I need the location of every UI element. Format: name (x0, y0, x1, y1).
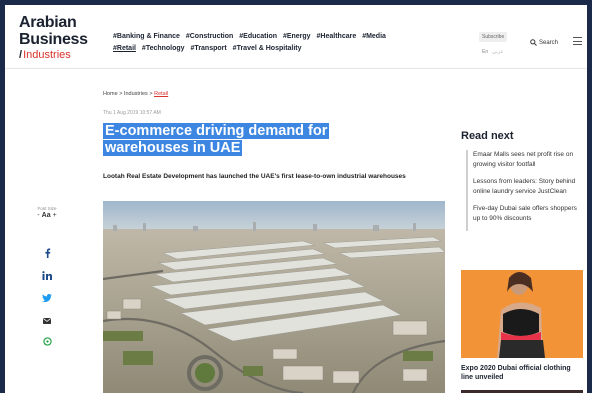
tag-banking-finance[interactable]: #Banking & Finance (113, 33, 180, 40)
tag-retail[interactable]: #Retail (113, 45, 136, 52)
logo-line-1: Arabian (19, 14, 77, 31)
lang-ar[interactable]: عربي (492, 49, 503, 55)
read-next-item[interactable]: Five-day Dubai sale offers shoppers up t… (468, 204, 584, 223)
article-date: Thu 1 Aug 2019 10:57 AM (103, 110, 161, 116)
read-next-heading: Read next (461, 130, 514, 142)
site-logo[interactable]: Arabian Business /Industries (19, 15, 88, 61)
lang-en[interactable]: En (482, 49, 488, 55)
read-next-item[interactable]: Lessons from leaders: Story behind onlin… (468, 177, 584, 196)
font-increase-button[interactable]: + (53, 212, 57, 219)
site-header: Arabian Business /Industries #Banking & … (5, 5, 587, 69)
share-twitter-button[interactable] (40, 289, 54, 302)
font-size-label: Font Size (37, 206, 57, 211)
breadcrumb-retail[interactable]: Retail (154, 91, 168, 97)
breadcrumb-industries[interactable]: Industries (124, 91, 148, 97)
breadcrumb-home[interactable]: Home (103, 91, 118, 97)
logo-line-2: Business (19, 31, 88, 48)
promo-image[interactable] (461, 270, 583, 358)
font-size-control: Font Size - Aa + (32, 206, 62, 219)
share-email-button[interactable] (40, 311, 54, 324)
share-whatsapp-button[interactable] (40, 333, 54, 346)
whatsapp-icon (42, 337, 52, 346)
browser-page: Arabian Business /Industries #Banking & … (5, 5, 587, 393)
font-decrease-button[interactable]: - (37, 212, 39, 219)
tag-technology[interactable]: #Technology (142, 45, 185, 52)
search-button[interactable]: Search (530, 39, 558, 46)
tag-travel-hospitality[interactable]: #Travel & Hospitality (233, 45, 302, 52)
read-next-item[interactable]: Emaar Malls sees net profit rise on grow… (468, 150, 584, 169)
facebook-icon (44, 248, 50, 258)
tag-media[interactable]: #Media (362, 33, 386, 40)
twitter-icon (42, 294, 52, 302)
search-icon (530, 39, 537, 46)
logo-industries: /Industries (19, 49, 71, 61)
tag-construction[interactable]: #Construction (186, 33, 233, 40)
search-label: Search (539, 39, 559, 46)
email-icon (43, 318, 51, 324)
promo-caption[interactable]: Expo 2020 Dubai official clothing line u… (461, 364, 583, 382)
tag-transport[interactable]: #Transport (191, 45, 227, 52)
article-hero-image (103, 201, 445, 393)
linkedin-icon (42, 271, 52, 280)
hamburger-menu-icon[interactable] (573, 37, 582, 48)
article-lead: Lootah Real Estate Development has launc… (103, 173, 406, 180)
category-tags: #Banking & Finance #Construction #Educat… (113, 31, 443, 55)
subscribe-button[interactable]: Subscribe (479, 32, 508, 42)
read-next-list: Emaar Malls sees net profit rise on grow… (466, 150, 584, 231)
article-title-text: E-commerce driving demand for warehouses… (103, 123, 330, 156)
tag-healthcare[interactable]: #Healthcare (317, 33, 357, 40)
share-facebook-button[interactable] (40, 245, 54, 258)
article-title: E-commerce driving demand for warehouses… (103, 123, 373, 157)
font-size-aa: Aa (41, 212, 51, 219)
tag-education[interactable]: #Education (239, 33, 277, 40)
language-switch: En عربي (482, 49, 503, 55)
share-linkedin-button[interactable] (40, 267, 54, 280)
breadcrumb: Home > Industries > Retail (103, 91, 169, 97)
tag-energy[interactable]: #Energy (283, 33, 311, 40)
